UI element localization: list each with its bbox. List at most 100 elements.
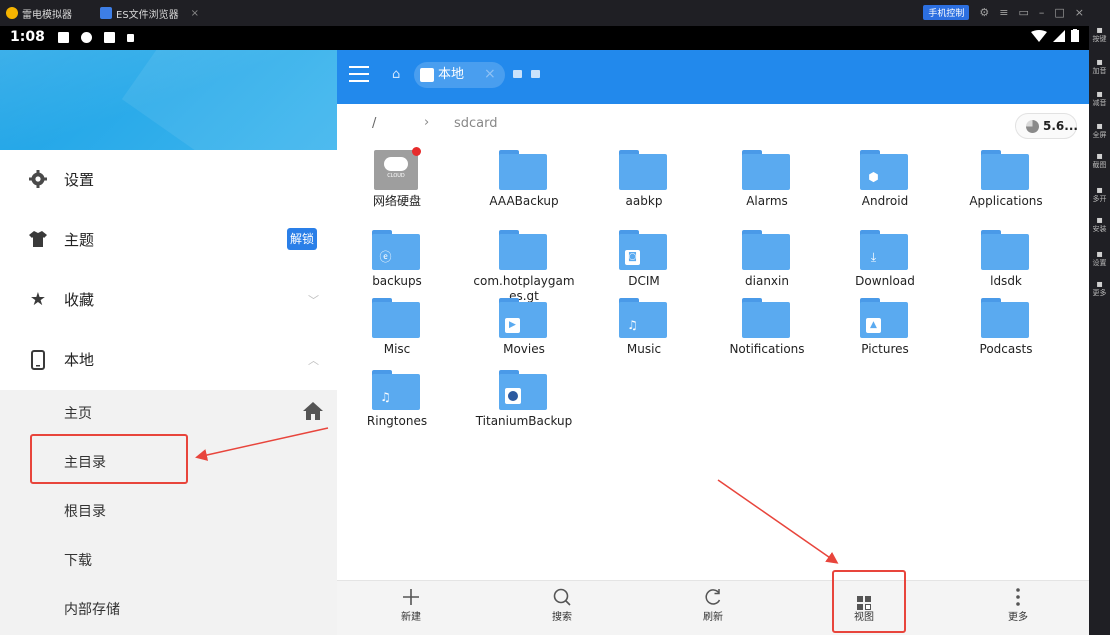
side-tool-install[interactable]: ▪ 安装	[1091, 216, 1108, 242]
search-button[interactable]: 搜索	[532, 587, 592, 631]
notification-icon	[58, 32, 69, 43]
cloud-drive-item[interactable]: CLOUD 网络硬盘	[337, 144, 457, 234]
chevron-right-icon: ›	[424, 115, 430, 130]
drawer-item-settings[interactable]: 设置	[0, 150, 337, 210]
folder-icon: ▶	[499, 298, 547, 338]
music-note-icon: ♫	[380, 390, 391, 404]
chevron-down-icon[interactable]: ﹀	[308, 292, 319, 308]
hamburger-menu-icon[interactable]	[349, 66, 369, 82]
folder-item[interactable]: ♫ Ringtones	[337, 364, 457, 454]
folder-item[interactable]: Podcasts	[946, 292, 1066, 382]
android-icon: ⬢	[868, 170, 879, 184]
gear-icon	[28, 170, 48, 190]
close-window-icon[interactable]: ×	[1075, 6, 1084, 19]
drawer-item-favorites[interactable]: ★ 收藏 ﹀	[0, 270, 337, 330]
drawer-item-local[interactable]: 本地 ︿	[0, 330, 337, 390]
folder-item[interactable]: ▲ Pictures	[825, 292, 945, 382]
emulator-app-tab[interactable]: 雷电模拟器	[6, 5, 72, 21]
folder-item[interactable]: aabkp	[584, 144, 704, 234]
side-tool-settings[interactable]: ▪ 设置	[1091, 250, 1108, 276]
file-name: Podcasts	[979, 342, 1033, 356]
file-grid: CLOUD 网络硬盘 AAABackup aabkp Alarms ⬢ Android App…	[337, 144, 1089, 584]
menu-icon[interactable]: ≡	[999, 6, 1008, 19]
side-tool-multi-instance[interactable]: ▪ 多开	[1091, 186, 1108, 212]
submenu-item-downloads[interactable]: 下载	[0, 537, 337, 586]
file-name: Pictures	[861, 342, 909, 356]
emulator-window-controls: 手机控制 ⚙ ≡ ▭ – □ ×	[923, 5, 1084, 20]
camera-icon: ◙	[625, 250, 640, 265]
side-tool-keyboard[interactable]: ▪ 按键	[1091, 26, 1108, 52]
screenshot-icon: ▪	[1096, 151, 1103, 162]
file-name: Notifications	[729, 342, 805, 356]
submenu-item-internal-storage[interactable]: 内部存储	[0, 586, 337, 635]
drawer-item-label: 收藏	[64, 291, 95, 309]
more-button[interactable]: 更多	[988, 587, 1048, 631]
drawer-item-theme[interactable]: 主题 解锁	[0, 210, 337, 270]
drawer-menu: 设置 主题 解锁 ★ 收藏 ﹀ 本地 ︿	[0, 150, 337, 390]
breadcrumb-current[interactable]: sdcard	[454, 116, 498, 131]
home-icon[interactable]	[303, 401, 323, 425]
cloud-icon: CLOUD	[374, 147, 421, 190]
submenu-item-home[interactable]: 主页	[0, 390, 337, 439]
submenu-item-root-directory[interactable]: 根目录	[0, 488, 337, 537]
submenu-item-label: 内部存储	[64, 602, 120, 618]
folder-item[interactable]: TitaniumBackup	[464, 364, 584, 454]
status-system-icons	[1031, 29, 1079, 42]
phone-control-button[interactable]: 手机控制	[923, 5, 970, 20]
home-icon[interactable]: ⌂	[392, 67, 400, 82]
folder-icon	[619, 150, 667, 190]
unlock-badge[interactable]: 解锁	[287, 228, 317, 250]
storage-usage-button[interactable]: 5.6...	[1015, 113, 1078, 139]
file-name: 网络硬盘	[372, 194, 421, 208]
chevron-up-icon[interactable]: ︿	[308, 352, 319, 368]
account-icon[interactable]: ⚙	[979, 6, 989, 19]
folder-icon: ◙	[619, 230, 667, 270]
close-tab-icon[interactable]: ×	[191, 8, 199, 19]
minimize-icon[interactable]: –	[1039, 6, 1045, 19]
maximize-icon[interactable]: □	[1054, 6, 1064, 19]
window-icon[interactable]	[531, 70, 540, 78]
volume-up-icon: ▪	[1096, 57, 1103, 68]
file-name: Android	[861, 194, 909, 208]
close-tab-icon[interactable]: ×	[484, 66, 496, 82]
folder-item[interactable]: ⬢ Android	[825, 144, 945, 234]
side-tool-volume-up[interactable]: ▪ 加音	[1091, 58, 1108, 84]
folder-icon	[499, 230, 547, 270]
drawer-header	[0, 50, 337, 150]
refresh-button[interactable]: 刷新	[683, 587, 743, 631]
keyboard-icon: ▪	[1096, 25, 1103, 36]
side-tool-fullscreen[interactable]: ▪ 全屏	[1091, 122, 1108, 148]
breadcrumb-root[interactable]: /	[372, 116, 376, 131]
folder-item[interactable]: Applications	[946, 144, 1066, 234]
folder-item[interactable]: AAABackup	[464, 144, 584, 234]
emulator-app-name: 雷电模拟器	[22, 9, 72, 21]
emulator-es-tab[interactable]: ES文件浏览器 ×	[100, 5, 199, 21]
cloud-tile-text: CLOUD	[387, 173, 405, 179]
more-icon: ▪	[1096, 279, 1103, 290]
new-label: 新建	[401, 612, 421, 623]
plus-icon	[381, 587, 441, 611]
side-tool-more[interactable]: ▪ 更多	[1091, 280, 1108, 306]
file-name: AAABackup	[489, 194, 559, 208]
pie-chart-icon	[1026, 120, 1039, 133]
drawer-item-label: 主题	[64, 231, 95, 249]
new-button[interactable]: 新建	[381, 587, 441, 631]
side-tool-volume-down[interactable]: ▪ 减音	[1091, 90, 1108, 116]
es-logo-icon: ⓔ	[379, 250, 392, 264]
folder-item[interactable]: ♫ Music	[584, 292, 704, 382]
file-name: ldsdk	[990, 274, 1022, 288]
window-icon[interactable]	[513, 70, 522, 78]
restore-icon[interactable]: ▭	[1018, 6, 1028, 19]
side-tool-screenshot[interactable]: ▪ 截图	[1091, 152, 1108, 178]
folder-icon	[499, 370, 547, 410]
star-icon: ★	[29, 289, 47, 310]
folder-item[interactable]: Alarms	[707, 144, 827, 234]
refresh-label: 刷新	[703, 612, 723, 623]
phone-icon	[420, 68, 434, 82]
bottom-action-bar: 新建 搜索 刷新 视图 更多	[337, 580, 1089, 635]
volume-down-icon: ▪	[1096, 89, 1103, 100]
tab-local[interactable]: 本地 ×	[414, 62, 505, 88]
emulator-title-bar: 雷电模拟器 ES文件浏览器 × 手机控制 ⚙ ≡ ▭ – □ ×	[0, 0, 1110, 26]
folder-item[interactable]: Notifications	[707, 292, 827, 382]
notification-icon	[104, 32, 115, 43]
